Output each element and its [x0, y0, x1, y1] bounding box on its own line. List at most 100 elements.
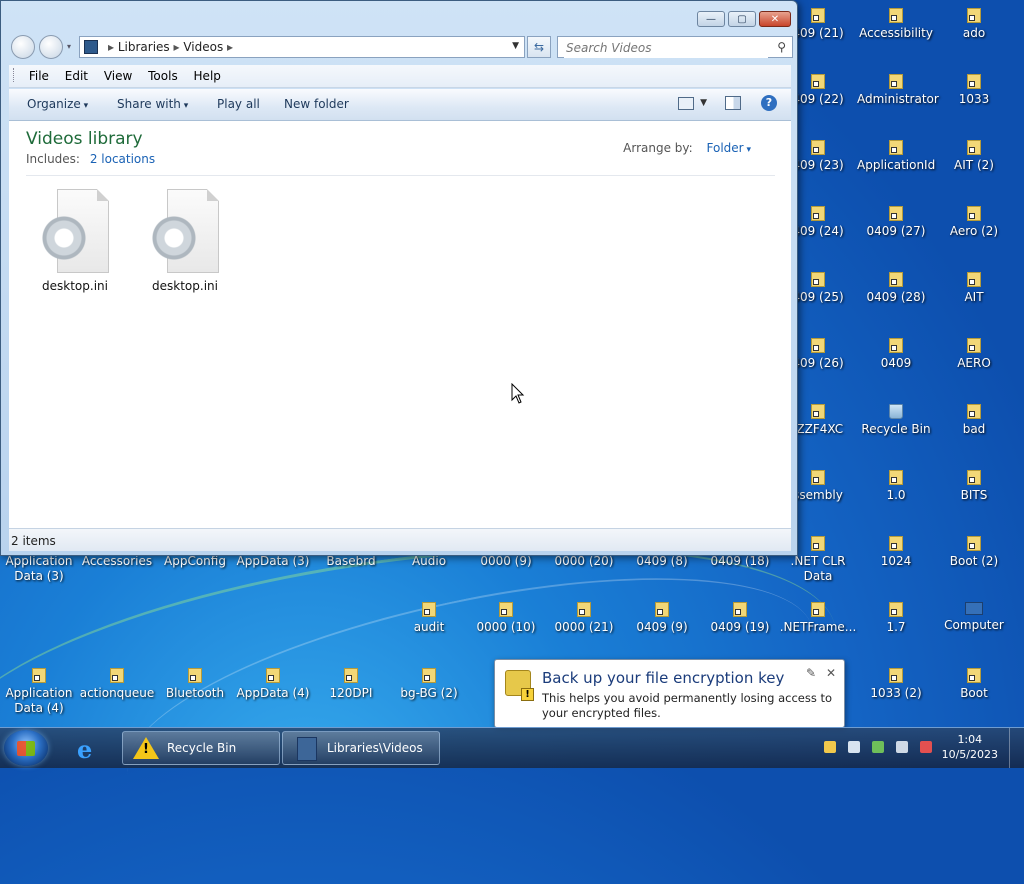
desktop-icon[interactable]: 1033 (2) [857, 668, 935, 701]
back-button[interactable] [11, 35, 35, 59]
desktop-icon[interactable]: AIT [935, 272, 1013, 305]
preview-pane-icon[interactable] [725, 96, 741, 110]
desktop-icon[interactable]: 0409 (28) [857, 272, 935, 305]
new-folder-button[interactable]: New folder [284, 97, 349, 111]
device-icon[interactable] [848, 741, 860, 753]
taskbar-recycle-bin[interactable]: Recycle Bin [122, 731, 280, 765]
folder-shortcut-icon [889, 140, 903, 155]
desktop-icon[interactable]: Accessibility [857, 8, 935, 41]
internet-explorer-icon[interactable]: e [73, 734, 103, 764]
folder-shortcut-icon [967, 206, 981, 221]
desktop-icon[interactable]: audit [390, 602, 468, 635]
desktop-icon[interactable]: bad [935, 404, 1013, 437]
desktop-icon[interactable]: actionqueue [78, 668, 156, 701]
desktop-icon[interactable]: Aero (2) [935, 206, 1013, 239]
desktop-icon[interactable]: 0000 (10) [467, 602, 545, 635]
organize-button[interactable]: Organize [27, 97, 88, 111]
search-input[interactable] [564, 38, 768, 58]
menu-help[interactable]: Help [188, 65, 227, 83]
desktop-icon[interactable]: 1033 [935, 74, 1013, 107]
desktop-icon-label: 409 (25) [792, 290, 844, 304]
folder-shortcut-icon [889, 74, 903, 89]
desktop-icon[interactable]: 1024 [857, 536, 935, 569]
includes-label: Includes: [26, 152, 80, 166]
desktop-icon[interactable]: 1.0 [857, 470, 935, 503]
breadcrumb-libraries[interactable]: Libraries [118, 40, 170, 54]
desktop-icon[interactable]: Bluetooth [156, 668, 234, 701]
desktop-icon[interactable]: Computer [935, 602, 1013, 633]
menu-edit[interactable]: Edit [59, 65, 94, 83]
desktop-icon[interactable]: .NETFrame... [779, 602, 857, 635]
desktop-icon[interactable]: 120DPI [312, 668, 390, 701]
address-dropdown-icon[interactable]: ▼ [512, 41, 519, 51]
desktop-icon[interactable]: AppData (4) [234, 668, 312, 701]
arrange-dropdown[interactable]: Folder [707, 141, 751, 155]
show-desktop-button[interactable] [1009, 728, 1024, 768]
desktop-icon[interactable]: Boot [935, 668, 1013, 701]
desktop-icon[interactable]: 0409 [857, 338, 935, 371]
taskbar-libraries-videos[interactable]: Libraries\Videos [282, 731, 440, 765]
desktop-icon[interactable]: Recycle Bin [857, 404, 935, 437]
file-item[interactable]: desktop.ini [27, 189, 123, 293]
desktop-icon[interactable]: BITS [935, 470, 1013, 503]
folder-shortcut-icon [422, 602, 436, 617]
desktop-icon[interactable]: 1.7 [857, 602, 935, 635]
options-icon[interactable]: ✎ [806, 666, 816, 680]
share-with-button[interactable]: Share with [117, 97, 188, 111]
file-item[interactable]: desktop.ini [137, 189, 233, 293]
menu-file[interactable]: File [23, 65, 55, 83]
desktop-icon-label: audit [413, 620, 445, 634]
network-icon[interactable] [896, 741, 908, 753]
folder-shortcut-icon [889, 470, 903, 485]
desktop-icon[interactable]: 0409 (9) [623, 602, 701, 635]
minimize-button[interactable]: — [697, 11, 725, 27]
folder-shortcut-icon [967, 404, 981, 419]
address-bar[interactable]: ▸ Libraries ▸ Videos ▸ ▼ [79, 36, 525, 58]
desktop-icon[interactable]: 0000 (21) [545, 602, 623, 635]
desktop-icon-label: AIT (2) [954, 158, 994, 172]
breadcrumb-videos[interactable]: Videos [183, 40, 223, 54]
locations-link[interactable]: 2 locations [90, 152, 155, 166]
desktop-icon[interactable]: Administrator [857, 74, 939, 107]
help-icon[interactable]: ? [761, 95, 777, 111]
file-list-pane[interactable]: Videos library Includes: 2 locations Arr… [9, 121, 791, 529]
search-box[interactable]: ⚲ [557, 36, 793, 58]
notification-title[interactable]: Back up your file encryption key [542, 669, 784, 687]
refresh-button[interactable]: ⇆ [527, 36, 551, 58]
folder-shortcut-icon [266, 668, 280, 683]
menu-bar: File Edit View Tools Help [9, 65, 791, 88]
maximize-button[interactable]: ▢ [728, 11, 756, 27]
menu-tools[interactable]: Tools [142, 65, 184, 83]
search-icon[interactable]: ⚲ [777, 40, 786, 54]
view-dropdown-icon[interactable]: ▼ [700, 98, 707, 108]
folder-shortcut-icon [967, 140, 981, 155]
desktop-icon[interactable]: ApplicationId [857, 140, 935, 173]
folder-shortcut-icon [655, 602, 669, 617]
notification-balloon[interactable]: Back up your file encryption key This he… [494, 659, 845, 728]
volume-muted-icon[interactable] [920, 741, 932, 753]
desktop-icon[interactable]: Boot (2) [935, 536, 1013, 569]
recent-pages-icon[interactable]: ▾ [67, 42, 71, 51]
notification-body[interactable]: This helps you avoid permanently losing … [542, 691, 838, 721]
play-all-button[interactable]: Play all [217, 97, 260, 111]
explorer-window[interactable]: — ▢ ✕ ▾ ▸ Libraries ▸ Videos ▸ ▼ ⇆ ⚲ Fil… [0, 0, 798, 556]
folder-shortcut-icon [967, 272, 981, 287]
action-center-icon[interactable] [872, 741, 884, 753]
desktop-icon[interactable]: AERO [935, 338, 1013, 371]
security-warning-icon[interactable] [824, 741, 836, 753]
clock[interactable]: 1:04 10/5/2023 [942, 732, 998, 762]
folder-shortcut-icon [733, 602, 747, 617]
change-view-icon[interactable] [678, 96, 695, 110]
desktop-icon[interactable]: 0409 (19) [701, 602, 779, 635]
desktop-icon[interactable]: bg-BG (2) [390, 668, 468, 701]
desktop-icon[interactable]: Application Data (4) [0, 668, 78, 716]
close-button[interactable]: ✕ [759, 11, 791, 27]
start-button[interactable] [4, 730, 48, 766]
forward-button[interactable] [39, 35, 63, 59]
folder-shortcut-icon [889, 206, 903, 221]
close-icon[interactable]: ✕ [826, 666, 836, 680]
menu-view[interactable]: View [98, 65, 138, 83]
desktop-icon[interactable]: ado [935, 8, 1013, 41]
desktop-icon[interactable]: AIT (2) [935, 140, 1013, 173]
desktop-icon[interactable]: 0409 (27) [857, 206, 935, 239]
